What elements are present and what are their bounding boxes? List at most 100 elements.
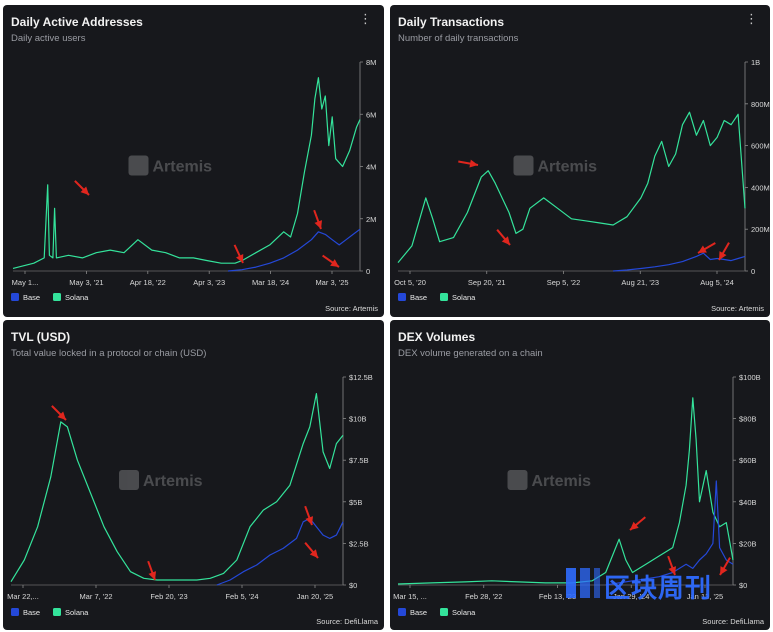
- x-tick-label: Feb 28, '22: [465, 592, 502, 601]
- y-tick-label: 800M: [751, 100, 770, 109]
- legend-label: Base: [23, 293, 40, 302]
- series-line-base: [216, 517, 344, 586]
- legend-label: Solana: [452, 293, 476, 302]
- source-label: Source: DefiLlama: [702, 617, 764, 626]
- watermark-mark: [128, 155, 149, 176]
- chart-panel-daily-active-addresses: Daily Active Addresses Daily active user…: [3, 5, 384, 317]
- y-tick-label: 6M: [366, 110, 376, 119]
- y-tick-label: 0: [751, 267, 755, 276]
- annotation-arrow: [313, 209, 323, 230]
- corner-logo-icon: [566, 568, 600, 598]
- arrow-head: [720, 566, 728, 575]
- legend-item: Solana: [440, 293, 476, 302]
- watermark-text: Artemis: [153, 159, 213, 176]
- annotation-arrow: [496, 229, 511, 246]
- y-tick-label: $5B: [349, 498, 362, 507]
- legend-item: Base: [11, 293, 40, 302]
- y-tick-label: $2.5B: [349, 539, 369, 548]
- legend-swatch: [11, 293, 19, 301]
- y-tick-label: 600M: [751, 142, 770, 151]
- x-tick-label: Mar 7, '22: [79, 592, 112, 601]
- x-tick-label: May 1...: [12, 278, 39, 287]
- y-tick-label: $12.5B: [349, 373, 373, 382]
- x-tick-label: Mar 18, '24: [252, 278, 289, 287]
- y-tick-label: $10B: [349, 415, 367, 424]
- legend-label: Solana: [65, 293, 89, 302]
- annotation-arrow: [719, 557, 731, 576]
- y-tick-label: $80B: [739, 415, 757, 424]
- watermark-mark: [513, 155, 534, 176]
- x-tick-label: Feb 5, '24: [225, 592, 258, 601]
- source-label: Source: DefiLlama: [316, 617, 378, 626]
- artemis-logo-icon: Artemis: [513, 155, 598, 176]
- legend-swatch: [53, 293, 61, 301]
- legend-label: Solana: [452, 608, 476, 617]
- x-tick-label: Aug 5, '24: [700, 278, 734, 287]
- legend-swatch: [398, 608, 406, 616]
- y-tick-label: 200M: [751, 225, 770, 234]
- artemis-logo-icon: Artemis: [119, 470, 203, 490]
- annotation-arrow: [51, 405, 67, 421]
- artemis-logo-icon: Artemis: [128, 155, 213, 176]
- x-tick-label: Sep 20, '21: [468, 278, 506, 287]
- source-label: Source: Artemis: [711, 304, 764, 313]
- annotation-arrow: [74, 180, 90, 196]
- y-tick-label: 2M: [366, 215, 376, 224]
- series-line-solana: [397, 111, 746, 263]
- legend-label: Base: [410, 608, 427, 617]
- y-tick-label: $40B: [739, 498, 757, 507]
- y-tick-label: $0: [739, 581, 747, 590]
- watermark-text: Artemis: [143, 473, 203, 490]
- watermark-mark: [507, 470, 528, 490]
- y-tick-label: 4M: [366, 163, 376, 172]
- series-line-base: [228, 228, 361, 272]
- legend-item: Solana: [440, 608, 476, 617]
- x-tick-label: Sep 5, '22: [547, 278, 581, 287]
- x-tick-label: Apr 18, '22: [130, 278, 166, 287]
- watermark-text: Artemis: [532, 473, 592, 490]
- y-tick-label: $7.5B: [349, 456, 369, 465]
- y-tick-label: $60B: [739, 456, 757, 465]
- x-tick-label: May 3, '21: [69, 278, 103, 287]
- chart-panel-daily-transactions: Daily Transactions Number of daily trans…: [390, 5, 770, 317]
- annotation-arrow: [629, 516, 646, 531]
- chart-panel-tvl: TVL (USD) Total value locked in a protoc…: [3, 320, 384, 630]
- legend-item: Solana: [53, 293, 89, 302]
- y-tick-label: 1B: [751, 58, 760, 67]
- y-tick-label: $0: [349, 581, 357, 590]
- legend-item: Base: [398, 293, 427, 302]
- source-label: Source: Artemis: [325, 304, 378, 313]
- watermark-mark: [119, 470, 139, 490]
- series-line-solana: [397, 397, 734, 585]
- y-tick-label: 8M: [366, 58, 376, 67]
- legend-label: Base: [23, 608, 40, 617]
- annotation-arrow: [697, 242, 716, 254]
- legend-item: Solana: [53, 608, 89, 617]
- annotation-arrow: [458, 159, 479, 168]
- chart-svg: Artemis 0 200M 400M 600M 800M 1B Oct 5, '20 Sep …: [394, 58, 770, 302]
- legend-label: Solana: [65, 608, 89, 617]
- legend-item: Base: [11, 608, 40, 617]
- x-tick-label: Feb 20, '23: [150, 592, 187, 601]
- x-tick-label: Oct 5, '20: [394, 278, 426, 287]
- x-tick-label: Aug 21, '23: [621, 278, 659, 287]
- annotation-arrow: [304, 542, 319, 559]
- legend-label: Base: [410, 293, 427, 302]
- y-tick-label: $100B: [739, 373, 761, 382]
- y-tick-label: 400M: [751, 183, 770, 192]
- arrow-head: [314, 220, 323, 229]
- x-tick-label: Mar 15, ...: [393, 592, 427, 601]
- chart-svg: Artemis 0 2M 4M 6M 8M May 1... May 3, '21 Apr 18…: [11, 58, 376, 302]
- legend-swatch: [53, 608, 61, 616]
- legend-swatch: [440, 608, 448, 616]
- chart-svg: Artemis $0 $2.5B $5B $7.5B $10B $12.5B Mar 22,.…: [7, 373, 373, 617]
- annotation-arrow: [322, 254, 340, 268]
- corner-logo-text: 区块周刊: [604, 574, 713, 604]
- x-tick-label: Mar 22,...: [7, 592, 39, 601]
- legend-swatch: [440, 293, 448, 301]
- x-tick-label: Mar 3, '25: [315, 278, 348, 287]
- watermark-text: Artemis: [538, 159, 598, 176]
- corner-logo: 区块周刊: [562, 562, 712, 606]
- arrow-head: [719, 251, 727, 260]
- legend-swatch: [398, 293, 406, 301]
